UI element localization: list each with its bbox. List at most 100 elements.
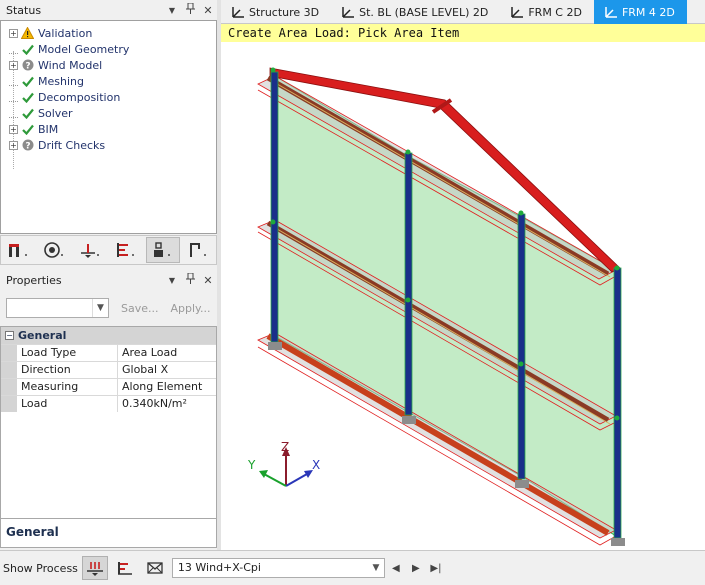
close-icon[interactable]: ✕ (199, 4, 217, 17)
tab-label: FRM C 2D (528, 5, 582, 19)
property-category-label: General (18, 329, 67, 342)
tree-item-solver[interactable]: Solver (1, 105, 216, 121)
expand-icon[interactable]: + (9, 28, 18, 38)
view-2d-icon (341, 5, 355, 19)
expand-icon[interactable]: + (9, 60, 18, 70)
property-row-direction[interactable]: Direction Global X (1, 361, 216, 378)
area-panels[interactable] (274, 75, 617, 537)
left-dock: Status ▼ ✕ + Validation Model Geometry +… (0, 0, 220, 550)
tab-base-level-2d[interactable]: St. BL (BASE LEVEL) 2D (331, 0, 500, 24)
envelope-icon[interactable] (142, 556, 168, 580)
preset-select[interactable]: ▼ (6, 298, 109, 318)
property-row-load-type[interactable]: Load Type Area Load (1, 344, 216, 361)
property-value[interactable]: Global X (118, 362, 216, 378)
pin-icon[interactable] (181, 272, 199, 287)
property-description-title: General (6, 525, 59, 539)
save-button[interactable]: Save... (121, 302, 159, 315)
bottom-bar: Show Process 13 Wind+X-Cpi ▼ ◀ ▶ ▶| (0, 550, 705, 585)
chevron-down-icon[interactable]: ▼ (92, 299, 108, 317)
design-panel-button[interactable] (110, 237, 144, 263)
structure-panel-button[interactable] (3, 237, 37, 263)
last-icon[interactable]: ▶| (427, 563, 445, 574)
property-grid: − General Load Type Area Load Direction … (0, 326, 217, 521)
view-2d-icon (510, 5, 524, 19)
expand-icon[interactable]: + (9, 124, 18, 134)
model-viewport[interactable]: Create Area Load: Pick Area Item Z X Y (221, 24, 705, 550)
apply-button[interactable]: Apply... (171, 302, 211, 315)
show-loads-button[interactable] (81, 556, 108, 580)
tree-item-model-geometry[interactable]: Model Geometry (1, 41, 216, 57)
property-row-load[interactable]: Load 0.340kN/m² (1, 395, 216, 412)
tree-item-drift-checks[interactable]: + ? Drift Checks (1, 137, 216, 153)
question-icon: ? (21, 59, 34, 72)
properties-panel-button[interactable] (146, 237, 181, 263)
pin-icon[interactable] (181, 2, 199, 17)
tree-connector (9, 109, 18, 118)
chevron-down-icon[interactable]: ▼ (368, 559, 384, 577)
expand-icon[interactable]: + (9, 140, 18, 150)
warning-icon (21, 27, 34, 40)
row-gutter (1, 345, 17, 361)
tree-item-bim[interactable]: + BIM (1, 121, 216, 137)
check-icon (21, 43, 34, 56)
status-tree: + Validation Model Geometry + ? Wind Mod… (0, 20, 217, 234)
app-window: Status ▼ ✕ + Validation Model Geometry +… (0, 0, 705, 585)
properties-toolbar: ▼ Save... Apply... (0, 296, 217, 320)
previous-icon[interactable]: ◀ (387, 563, 405, 574)
dropdown-icon[interactable]: ▼ (163, 276, 181, 285)
load-case-select[interactable]: 13 Wind+X-Cpi ▼ (171, 558, 385, 578)
row-gutter (1, 362, 17, 378)
check-icon (21, 91, 34, 104)
next-icon[interactable]: ▶ (407, 563, 425, 574)
tree-item-wind-model[interactable]: + ? Wind Model (1, 57, 216, 73)
property-key: Load Type (17, 345, 118, 361)
check-icon (21, 75, 34, 88)
view-tabs: Structure 3D St. BL (BASE LEVEL) 2D FRM … (221, 0, 705, 24)
frame-model-drawing[interactable] (221, 24, 705, 550)
property-key: Load (17, 396, 118, 412)
detailing-panel-button[interactable] (182, 237, 216, 263)
close-icon[interactable]: ✕ (199, 274, 217, 287)
status-panel-title: Status (6, 3, 42, 17)
tree-item-meshing[interactable]: Meshing (1, 73, 216, 89)
dropdown-icon[interactable]: ▼ (163, 6, 181, 15)
tree-connector (9, 45, 18, 54)
tree-item-label: Solver (38, 106, 73, 120)
property-value[interactable]: 0.340kN/m² (118, 396, 216, 412)
tree-item-label: BIM (38, 122, 59, 136)
tab-frm-c-2d[interactable]: FRM C 2D (500, 0, 594, 24)
analysis-panel-button[interactable] (75, 237, 109, 263)
tree-item-decomposition[interactable]: Decomposition (1, 89, 216, 105)
tree-item-label: Meshing (38, 74, 84, 88)
svg-text:?: ? (25, 141, 30, 151)
properties-panel-header: Properties ▼ ✕ (0, 270, 217, 290)
properties-panel-title: Properties (6, 273, 62, 287)
tab-label: St. BL (BASE LEVEL) 2D (359, 5, 489, 19)
show-results-button[interactable] (112, 556, 138, 580)
tab-label: Structure 3D (249, 5, 320, 19)
tree-item-validation[interactable]: + Validation (1, 25, 216, 41)
tree-connector (9, 77, 18, 86)
load-panel-button[interactable] (39, 237, 73, 263)
tab-structure-3d[interactable]: Structure 3D (221, 0, 331, 24)
collapse-icon[interactable]: − (5, 331, 14, 340)
property-value[interactable]: Area Load (118, 345, 216, 361)
check-icon (21, 123, 34, 136)
axis-x-label: X (312, 458, 321, 472)
status-panel-header: Status ▼ ✕ (0, 0, 217, 20)
property-category-general[interactable]: − General (1, 327, 216, 344)
tree-item-label: Validation (38, 26, 93, 40)
property-description: General (0, 518, 217, 548)
tab-frm-4-2d[interactable]: FRM 4 2D (593, 0, 687, 24)
svg-text:?: ? (25, 61, 30, 71)
property-key: Measuring (17, 379, 118, 395)
property-row-measuring[interactable]: Measuring Along Element (1, 378, 216, 395)
property-value[interactable]: Along Element (118, 379, 216, 395)
view-2d-icon (604, 5, 618, 19)
show-process-label: Show Process (3, 561, 78, 575)
view-3d-icon (231, 5, 245, 19)
row-gutter (1, 379, 17, 395)
question-icon: ? (21, 139, 34, 152)
tree-item-label: Decomposition (38, 90, 121, 104)
panel-switch-toolbar (0, 235, 217, 265)
